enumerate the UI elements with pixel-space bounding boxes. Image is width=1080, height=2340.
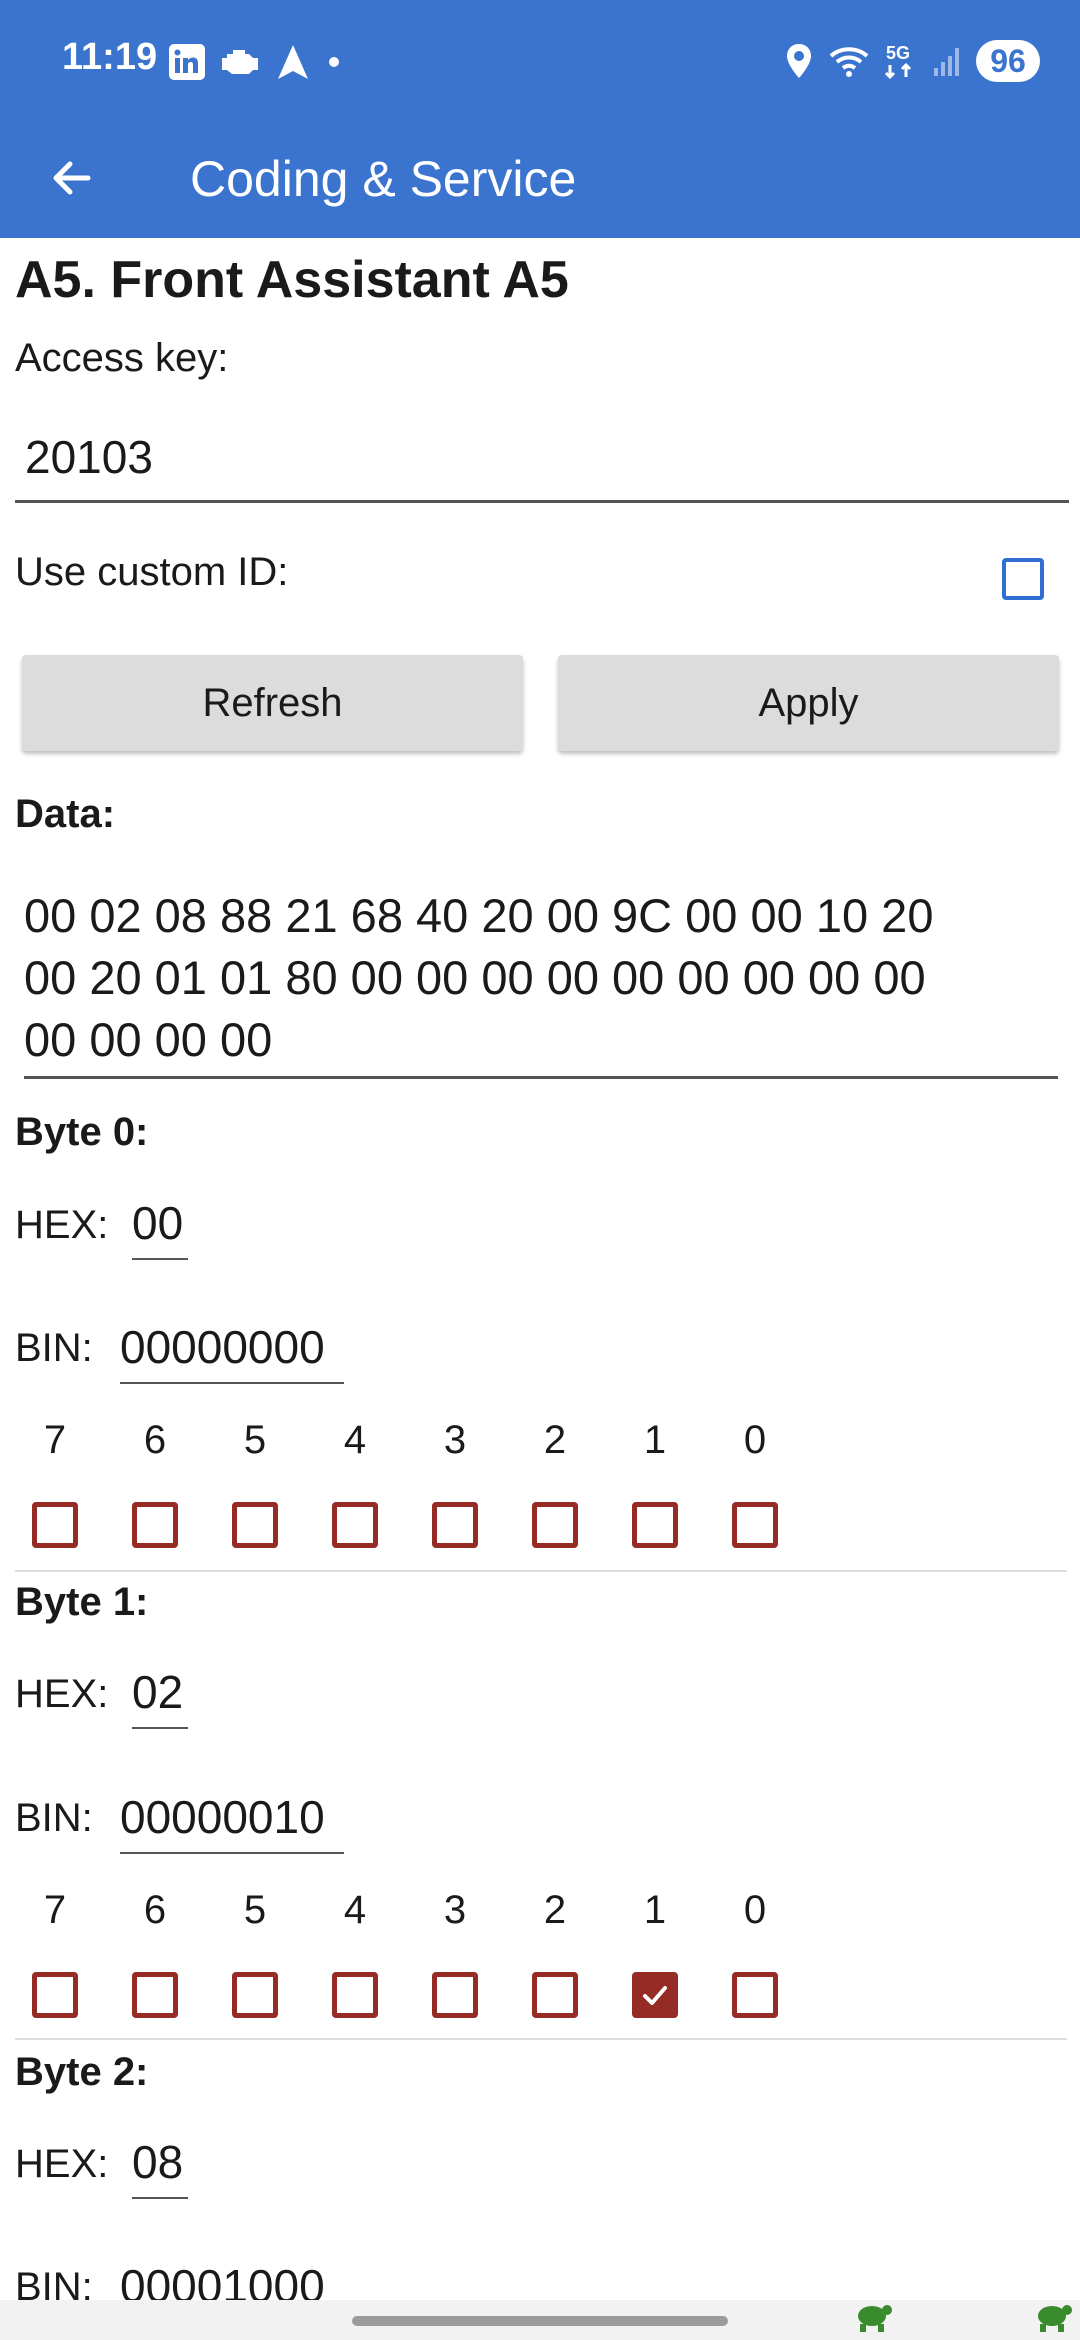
toolbar: Coding & Service — [0, 120, 1080, 238]
turtle-logo-icon — [858, 2305, 892, 2332]
bit-6-checkbox[interactable] — [132, 1502, 178, 1548]
bit-5-checkbox[interactable] — [232, 1502, 278, 1548]
location-icon — [787, 44, 811, 78]
car-engine-icon — [222, 50, 258, 74]
byte-separator — [15, 2038, 1067, 2040]
gesture-handle[interactable] — [352, 2316, 728, 2326]
data-label: Data: — [15, 792, 116, 836]
bit-6-checkbox[interactable] — [132, 1972, 178, 2018]
back-button[interactable] — [36, 142, 108, 214]
byte-1-label: Byte 1: — [15, 1580, 149, 1624]
bit-label-7: 7 — [43, 1418, 67, 1462]
5g-signal-icon: 5G — [884, 43, 912, 80]
byte-2-label: Byte 2: — [15, 2050, 149, 2094]
page-title: Coding & Service — [190, 151, 577, 207]
bit-label-4: 4 — [343, 1418, 367, 1462]
turtle-logo-icon — [1038, 2305, 1072, 2332]
byte-separator — [15, 1570, 1067, 1572]
access-key-input[interactable]: 20103 — [15, 430, 1069, 503]
module-title: A5. Front Assistant A5 — [15, 251, 569, 309]
bit-label-7: 7 — [43, 1888, 67, 1932]
svg-text:5G: 5G — [886, 43, 910, 63]
byte-0-bin-input[interactable]: 00000000 — [120, 1320, 344, 1384]
dot-icon — [329, 57, 339, 67]
bit-label-3: 3 — [443, 1888, 467, 1932]
bit-4-checkbox[interactable] — [332, 1972, 378, 2018]
arrow-back-icon — [53, 161, 91, 195]
bit-label-6: 6 — [143, 1418, 167, 1462]
app-bar: 11:19 5G 96 Coding & Service — [0, 0, 1080, 238]
byte-0-hex-value: 00 — [132, 1197, 184, 1249]
data-input[interactable]: 00 02 08 88 21 68 40 20 00 9C 00 00 10 2… — [24, 885, 1054, 1071]
data-underline — [24, 1076, 1058, 1079]
bit-1-checkbox[interactable] — [632, 1502, 678, 1548]
byte-0-bin-label: BIN: — [15, 1326, 93, 1370]
byte-1-bin-input[interactable]: 00000010 — [120, 1790, 344, 1854]
byte-2-hex-value: 08 — [132, 2136, 184, 2188]
bit-1-checkbox[interactable] — [632, 1972, 678, 2018]
linkedin-icon — [169, 44, 205, 80]
battery-indicator: 96 — [976, 40, 1040, 82]
access-key-label: Access key: — [15, 336, 229, 380]
byte-0-label: Byte 0: — [15, 1110, 149, 1154]
byte-1-hex-input[interactable]: 02 — [132, 1665, 188, 1729]
check-icon — [643, 1986, 667, 2005]
data-line-3: 00 00 00 00 — [24, 1013, 273, 1066]
cell-signal-icon — [934, 48, 959, 76]
refresh-button[interactable]: Refresh — [22, 655, 523, 751]
bit-label-5: 5 — [243, 1418, 267, 1462]
wifi-icon — [829, 47, 869, 77]
bit-label-2: 2 — [543, 1888, 567, 1932]
bit-7-checkbox[interactable] — [32, 1502, 78, 1548]
bit-label-1: 1 — [643, 1418, 667, 1462]
byte-1-bin-value: 00000010 — [120, 1791, 325, 1843]
custom-id-label: Use custom ID: — [15, 550, 289, 594]
bit-2-checkbox[interactable] — [532, 1972, 578, 2018]
bit-label-1: 1 — [643, 1888, 667, 1932]
bit-label-3: 3 — [443, 1418, 467, 1462]
byte-0-bin-value: 00000000 — [120, 1321, 325, 1373]
navigation-arrow-icon — [278, 45, 308, 79]
byte-1-hex-value: 02 — [132, 1666, 184, 1718]
byte-1-hex-label: HEX: — [15, 1672, 109, 1716]
byte-0-hex-label: HEX: — [15, 1203, 109, 1247]
data-line-1: 00 02 08 88 21 68 40 20 00 9C 00 00 10 2… — [24, 889, 934, 942]
bit-label-5: 5 — [243, 1888, 267, 1932]
bit-0-checkbox[interactable] — [732, 1972, 778, 2018]
byte-2-hex-label: HEX: — [15, 2142, 109, 2186]
bit-4-checkbox[interactable] — [332, 1502, 378, 1548]
bit-label-0: 0 — [743, 1888, 767, 1932]
bit-5-checkbox[interactable] — [232, 1972, 278, 2018]
access-key-value: 20103 — [25, 431, 153, 483]
notification-icons — [168, 40, 344, 84]
data-line-2: 00 20 01 01 80 00 00 00 00 00 00 00 00 0… — [24, 951, 926, 1004]
apply-button[interactable]: Apply — [558, 655, 1059, 751]
bit-3-checkbox[interactable] — [432, 1502, 478, 1548]
byte-2-hex-input[interactable]: 08 — [132, 2135, 188, 2199]
bit-2-checkbox[interactable] — [532, 1502, 578, 1548]
status-time: 11:19 — [62, 36, 158, 78]
bit-label-4: 4 — [343, 1888, 367, 1932]
byte-1-bin-label: BIN: — [15, 1796, 93, 1840]
bit-0-checkbox[interactable] — [732, 1502, 778, 1548]
system-icons: 5G 96 — [784, 34, 1040, 88]
bit-label-2: 2 — [543, 1418, 567, 1462]
custom-id-checkbox[interactable] — [1002, 558, 1044, 600]
status-bar: 11:19 5G 96 — [0, 0, 1080, 120]
bit-3-checkbox[interactable] — [432, 1972, 478, 2018]
bit-label-6: 6 — [143, 1888, 167, 1932]
bit-7-checkbox[interactable] — [32, 1972, 78, 2018]
byte-0-hex-input[interactable]: 00 — [132, 1196, 188, 1260]
bit-label-0: 0 — [743, 1418, 767, 1462]
